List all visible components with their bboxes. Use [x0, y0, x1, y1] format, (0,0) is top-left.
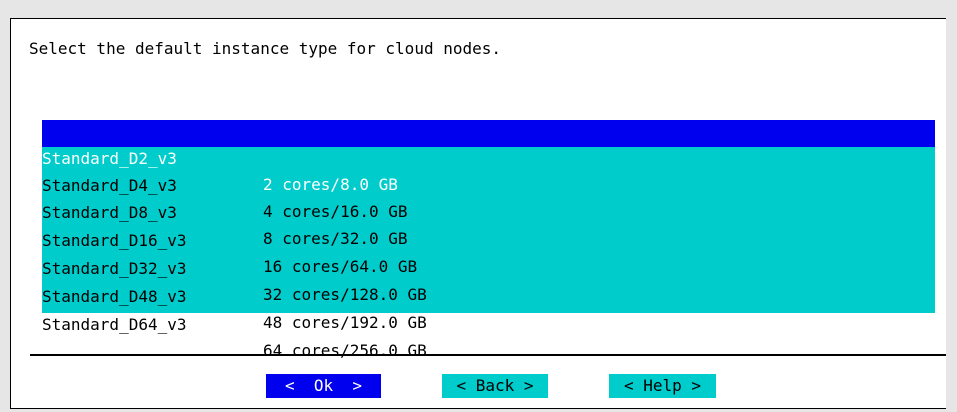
- menu-item-standard-d2-v3[interactable]: Standard_D2_v3 2 cores/8.0 GB: [42, 120, 935, 194]
- menu-item-standard-d32-v3[interactable]: Standard_D32_v3 32 cores/128.0 GB: [42, 230, 935, 304]
- ok-button[interactable]: < Ok >: [266, 374, 381, 398]
- menu-item-standard-d48-v3[interactable]: Standard_D48_v3 48 cores/192.0 GB: [42, 258, 935, 332]
- menu-item-description: 48 cores/192.0 GB: [263, 313, 427, 332]
- menu-item-standard-d16-v3[interactable]: Standard_D16_v3 16 cores/64.0 GB: [42, 202, 935, 276]
- menu-item-standard-d8-v3[interactable]: Standard_D8_v3 8 cores/32.0 GB: [42, 174, 935, 248]
- menu-item-description: 64 cores/256.0 GB: [263, 341, 427, 360]
- button-separator: [30, 354, 946, 356]
- menu-item-standard-d4-v3[interactable]: Standard_D4_v3 4 cores/16.0 GB: [42, 147, 935, 221]
- instance-type-dialog: Select the default instance type for clo…: [10, 18, 946, 409]
- dialog-prompt: Select the default instance type for clo…: [29, 39, 502, 58]
- help-button[interactable]: < Help >: [609, 374, 716, 398]
- menu-item-name: Standard_D64_v3: [42, 315, 187, 334]
- back-button[interactable]: < Back >: [442, 374, 548, 398]
- menu-item-standard-d64-v3[interactable]: Standard_D64_v3 64 cores/256.0 GB: [42, 286, 935, 360]
- instance-type-menu[interactable]: Standard_D2_v3 2 cores/8.0 GB Standard_D…: [42, 120, 935, 360]
